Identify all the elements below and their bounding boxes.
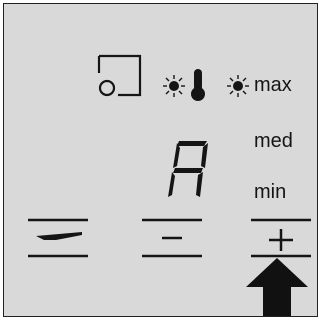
plus-button[interactable]	[249, 216, 313, 260]
keep-warm-icon	[97, 54, 142, 97]
seven-segment-display: A	[168, 141, 208, 197]
level-min-label: min	[254, 181, 287, 203]
indicator-light-icon	[227, 75, 249, 97]
indicator-light-icon	[163, 75, 185, 97]
plus-icon	[251, 218, 311, 258]
pan-icon	[28, 218, 88, 258]
pan-button[interactable]	[26, 216, 90, 260]
minus-button[interactable]	[140, 216, 204, 260]
level-med-label: med	[254, 130, 293, 152]
minus-icon	[142, 218, 202, 258]
thermometer-icon	[191, 69, 205, 101]
level-max-label: max	[254, 74, 292, 96]
control-panel: max med min A	[3, 3, 318, 317]
arrow-up-icon	[246, 258, 308, 316]
